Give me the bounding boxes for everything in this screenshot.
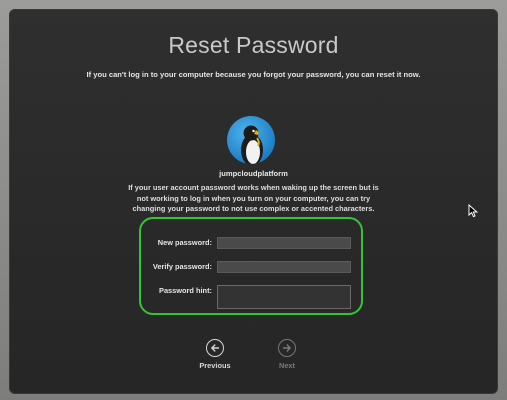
password-hint-field[interactable] <box>217 285 351 309</box>
page-subtitle: If you can't log in to your computer bec… <box>86 70 421 79</box>
next-label: Next <box>278 361 296 370</box>
arrow-right-circle-icon <box>278 339 296 357</box>
account-username: jumpcloudplatform <box>219 169 288 178</box>
mouse-pointer-icon <box>468 204 478 218</box>
password-hint-label: Password hint: <box>159 286 212 295</box>
info-line: not working to log in when you turn on y… <box>136 193 371 203</box>
avatar <box>227 116 275 164</box>
arrow-left-circle-icon <box>206 339 224 357</box>
info-line: changing your password to not use comple… <box>132 204 375 213</box>
info-text: If your user account password works when… <box>99 183 408 215</box>
previous-label: Previous <box>199 361 231 370</box>
new-password-field[interactable] <box>217 237 351 249</box>
verify-password-field[interactable] <box>217 261 351 273</box>
previous-button[interactable]: Previous <box>185 339 245 370</box>
info-line: If your user account password works when… <box>128 183 379 192</box>
next-button[interactable]: Next <box>257 339 317 370</box>
penguin-icon <box>241 125 263 164</box>
verify-password-label: Verify password: <box>152 262 212 271</box>
new-password-label: New password: <box>157 238 212 247</box>
reset-password-screen: Reset Password If you can't log in to yo… <box>9 9 498 394</box>
page-title: Reset Password <box>168 32 339 58</box>
